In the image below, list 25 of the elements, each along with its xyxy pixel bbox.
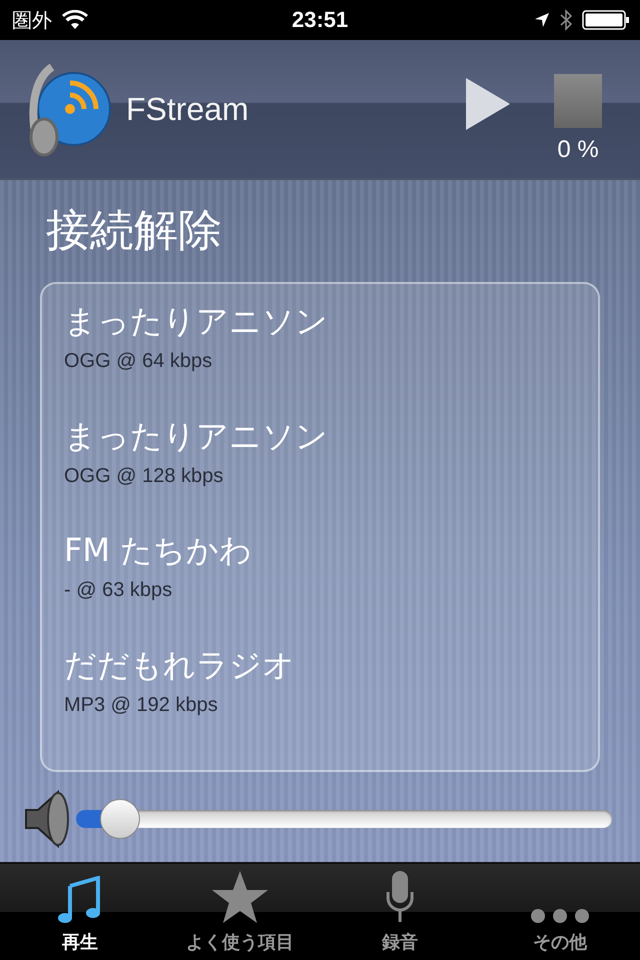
music-note-icon xyxy=(58,876,102,924)
tab[interactable]: その他 xyxy=(480,864,640,960)
more-icon xyxy=(530,908,590,924)
star-icon xyxy=(211,870,269,924)
app-title: FStream xyxy=(126,90,249,128)
bluetooth-icon xyxy=(560,9,572,31)
clock-text: 23:51 xyxy=(292,7,348,33)
microphone-icon xyxy=(385,870,415,924)
progress-text: 0 % xyxy=(557,136,599,164)
status-heading: 接続解除 xyxy=(46,204,223,258)
station-format-text: MP3 @ 192 kbps xyxy=(64,694,219,716)
volume-slider[interactable] xyxy=(76,799,612,839)
slider-thumb[interactable] xyxy=(100,799,140,839)
play-button[interactable] xyxy=(464,76,512,132)
wifi-icon xyxy=(62,10,88,30)
battery-icon xyxy=(582,10,630,30)
tab[interactable]: 録音 xyxy=(320,864,480,960)
carrier-text: 圏外 xyxy=(12,6,52,34)
location-arrow-icon xyxy=(534,12,550,28)
station-format-text: OGG @ 128 kbps xyxy=(64,464,224,488)
speaker-icon xyxy=(22,788,72,850)
tab[interactable]: 再生 xyxy=(0,864,160,960)
station-format-text: - @ 63 kbps xyxy=(64,579,174,602)
tab[interactable]: よく使う項目 xyxy=(160,864,320,960)
station-format-text: OGG @ 64 kbps xyxy=(64,350,214,373)
